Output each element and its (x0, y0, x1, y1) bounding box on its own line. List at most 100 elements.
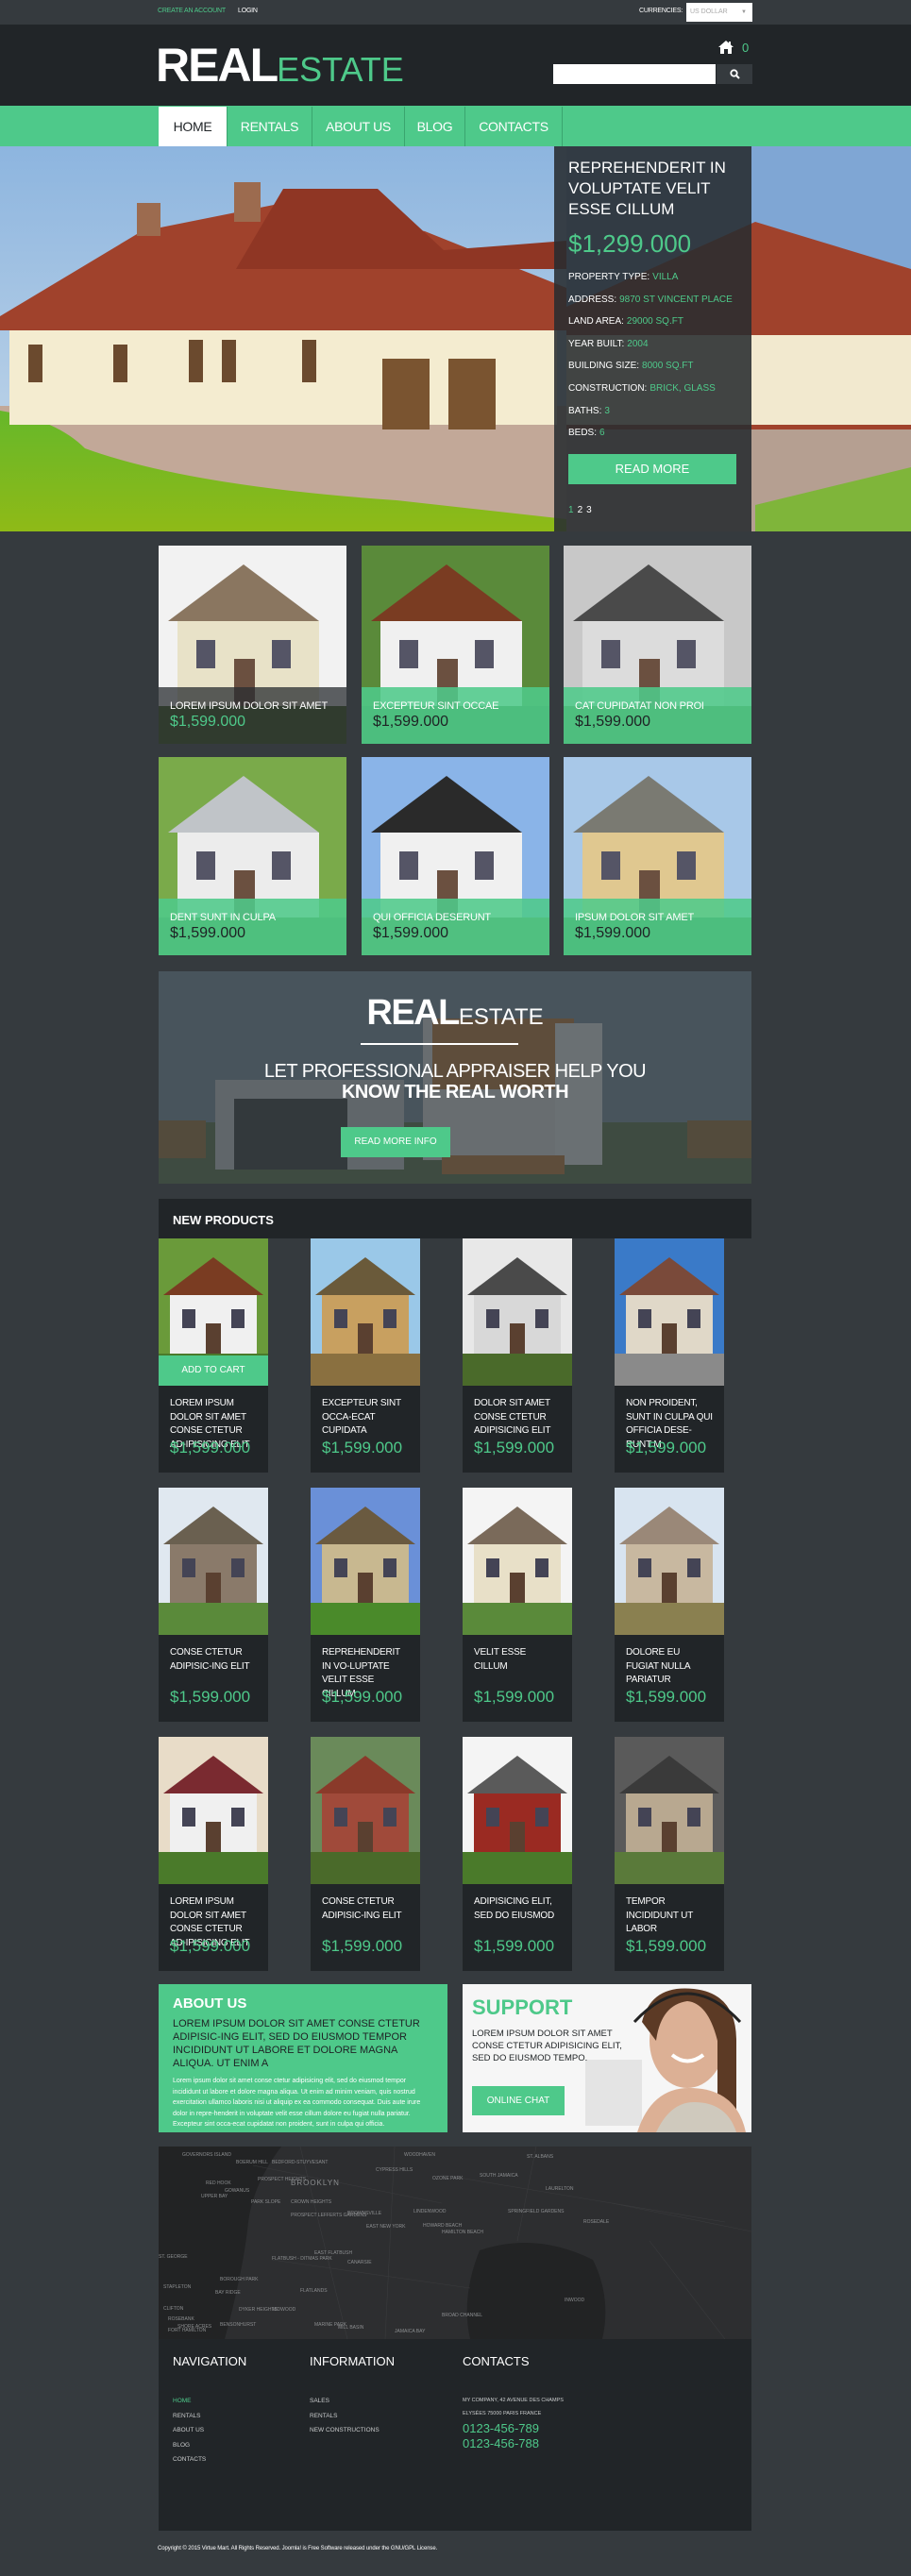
featured-price: $1,599.000 (373, 925, 449, 941)
hero-spec-label: BUILDING SIZE: (568, 361, 640, 372)
house-icon[interactable] (717, 40, 734, 55)
read-more-button[interactable]: READ MORE (568, 453, 736, 484)
product-title[interactable]: DOLOR SIT AMET CONSE CTETUR ADIPISICING … (463, 1386, 572, 1439)
product-title[interactable]: EXCEPTEUR SINT OCCA-ECAT CUPIDATA (311, 1386, 420, 1439)
product-card[interactable]: DOLORE EU FUGIAT NULLA PARIATUR $1,599.0… (615, 1488, 724, 1722)
featured-title: QUI OFFICIA DESERUNT (373, 912, 491, 923)
product-image[interactable] (311, 1737, 420, 1884)
featured-property-card[interactable]: QUI OFFICIA DESERUNT $1,599.000 (362, 757, 549, 955)
product-image[interactable] (159, 1488, 268, 1635)
banner-subtitle: LET PROFESSIONAL APPRAISER HELP YOU (263, 1061, 647, 1082)
nav-item-contacts[interactable]: CONTACTS (465, 107, 563, 146)
featured-property-card[interactable]: DENT SUNT IN CULPA $1,599.000 (159, 757, 346, 955)
map[interactable]: GOVERNORS ISLAND BOERUM HILL RED HOOK GOWAN… (159, 2147, 751, 2339)
pager-page-2[interactable]: 2 (578, 505, 583, 515)
product-title[interactable]: CONSE CTETUR ADIPISIC-ING ELIT (311, 1884, 420, 1937)
hero-spec: PROPERTY TYPE: VILLA (568, 266, 737, 289)
nav-item-home[interactable]: HOME (159, 107, 228, 146)
map-label: OZONE PARK (432, 2176, 464, 2181)
product-image[interactable] (615, 1488, 724, 1635)
product-title[interactable]: NON PROIDENT, SUNT IN CULPA QUI OFFICIA … (615, 1386, 724, 1450)
featured-property-card[interactable]: CAT CUPIDATAT NON PROI $1,599.000 (564, 546, 751, 744)
footer-nav-link[interactable]: BLOG (173, 2442, 190, 2449)
product-title[interactable]: CONSE CTETUR ADIPISIC-ING ELIT (159, 1635, 268, 1688)
product-image[interactable] (463, 1488, 572, 1635)
product-price: $1,599.000 (626, 1439, 707, 1456)
product-card[interactable]: REPREHENDERIT IN VO-LUPTATE VELIT ESSE C… (311, 1488, 420, 1722)
create-account-link[interactable]: CREATE AN ACCOUNT (158, 8, 226, 14)
product-image[interactable]: ADD TO CART (159, 1238, 268, 1386)
product-image[interactable] (463, 1238, 572, 1386)
nav-item-rentals[interactable]: RENTALS (228, 107, 312, 146)
product-image[interactable] (463, 1737, 572, 1884)
product-photo (311, 1238, 420, 1386)
map-label: MILL BASIN (338, 2325, 364, 2331)
footer-nav-link[interactable]: HOME (173, 2398, 192, 2404)
map-label: ROSEBANK (168, 2316, 194, 2322)
footer-nav-link[interactable]: CONTACTS (173, 2456, 206, 2463)
product-card[interactable]: LOREM IPSUM DOLOR SIT AMET CONSE CTETUR … (159, 1737, 268, 1971)
banner-logo-light: ESTATE (458, 1004, 544, 1030)
product-title[interactable]: TEMPOR INCIDIDUNT UT LABOR (615, 1884, 724, 1937)
login-link[interactable]: LOGIN (238, 8, 258, 14)
currency-select[interactable]: US DOLLAR ▼ (686, 3, 752, 22)
product-card[interactable]: ADIPISICING ELIT, SED DO EIUSMOD $1,599.… (463, 1737, 572, 1971)
product-image[interactable] (159, 1737, 268, 1884)
product-card[interactable]: VELIT ESSE CILLUM $1,599.000 (463, 1488, 572, 1722)
slider-pager: 123 (568, 505, 737, 515)
product-card[interactable]: DOLOR SIT AMET CONSE CTETUR ADIPISICING … (463, 1238, 572, 1473)
footer-info-link[interactable]: RENTALS (310, 2413, 338, 2419)
product-card[interactable]: EXCEPTEUR SINT OCCA-ECAT CUPIDATA $1,599… (311, 1238, 420, 1473)
product-image[interactable] (615, 1737, 724, 1884)
online-chat-button[interactable]: ONLINE CHAT (472, 2086, 565, 2115)
product-image[interactable] (615, 1238, 724, 1386)
footer-nav-link[interactable]: ABOUT US (173, 2427, 204, 2433)
support-box: SUPPORT LOREM IPSUM DOLOR SIT AMET CONSE… (463, 1984, 751, 2132)
featured-property-card[interactable]: IPSUM DOLOR SIT AMET $1,599.000 (564, 757, 751, 955)
product-title[interactable]: LOREM IPSUM DOLOR SIT AMET CONSE CTETUR … (159, 1386, 268, 1450)
pager-page-3[interactable]: 3 (586, 505, 592, 515)
product-title[interactable]: ADIPISICING ELIT, SED DO EIUSMOD (463, 1884, 572, 1937)
pager-page-1[interactable]: 1 (568, 505, 574, 515)
logo[interactable]: REALESTATE (156, 42, 404, 93)
footer-phone-1[interactable]: 0123-456-789 (463, 2421, 539, 2435)
search-input[interactable] (553, 64, 716, 84)
map-label: SPRINGFIELD GARDENS (508, 2209, 565, 2214)
hero-spec-value: 29000 SQ.FT (626, 316, 683, 328)
product-title[interactable]: LOREM IPSUM DOLOR SIT AMET CONSE CTETUR … (159, 1884, 268, 1948)
read-more-info-button[interactable]: READ MORE INFO (341, 1127, 450, 1157)
about-body: Lorem ipsum dolor sit amet conse ctetur … (173, 2078, 421, 2128)
product-card[interactable]: ADD TO CART LOREM IPSUM DOLOR SIT AMET C… (159, 1238, 268, 1473)
product-title[interactable]: DOLORE EU FUGIAT NULLA PARIATUR (615, 1635, 724, 1688)
product-card[interactable]: TEMPOR INCIDIDUNT UT LABOR $1,599.000 (615, 1737, 724, 1971)
product-card[interactable]: CONSE CTETUR ADIPISIC-ING ELIT $1,599.00… (159, 1488, 268, 1722)
add-to-cart-button[interactable]: ADD TO CART (159, 1355, 268, 1386)
hero-spec-value: 6 (599, 428, 605, 439)
product-title[interactable]: REPREHENDERIT IN VO-LUPTATE VELIT ESSE C… (311, 1635, 420, 1699)
product-image[interactable] (311, 1488, 420, 1635)
product-card[interactable]: NON PROIDENT, SUNT IN CULPA QUI OFFICIA … (615, 1238, 724, 1473)
map-label: HOWARD BEACH (423, 2223, 463, 2229)
nav-item-blog[interactable]: BLOG (405, 107, 465, 146)
footer-nav-link[interactable]: RENTALS (173, 2413, 201, 2419)
search-button[interactable] (717, 64, 752, 84)
footer-phone-2[interactable]: 0123-456-788 (463, 2436, 539, 2450)
hero-spec: BEDS: 6 (568, 422, 737, 445)
currency-label: CURRENCIES: (639, 8, 683, 14)
featured-property-card[interactable]: LOREM IPSUM DOLOR SIT AMET $1,599.000 (159, 546, 346, 744)
footer-information-title: INFORMATION (310, 2354, 396, 2368)
featured-title: IPSUM DOLOR SIT AMET (575, 912, 694, 923)
featured-title: EXCEPTEUR SINT OCCAE (373, 700, 499, 712)
header: REALESTATE 0 (0, 25, 911, 106)
map-label: FLATBUSH - DITMAS PARK (272, 2256, 332, 2262)
nav-item-about-us[interactable]: ABOUT US (312, 107, 405, 146)
support-text: LOREM IPSUM DOLOR SIT AMET CONSE CTETUR … (472, 2029, 622, 2063)
product-photo (159, 1737, 268, 1884)
product-card[interactable]: CONSE CTETUR ADIPISIC-ING ELIT $1,599.00… (311, 1737, 420, 1971)
product-title[interactable]: VELIT ESSE CILLUM (463, 1635, 572, 1688)
product-image[interactable] (311, 1238, 420, 1386)
product-price: $1,599.000 (170, 1937, 251, 1955)
footer-info-link[interactable]: NEW CONSTRUCTIONS (310, 2427, 380, 2433)
footer-info-link[interactable]: SALES (310, 2398, 329, 2404)
featured-property-card[interactable]: EXCEPTEUR SINT OCCAE $1,599.000 (362, 546, 549, 744)
